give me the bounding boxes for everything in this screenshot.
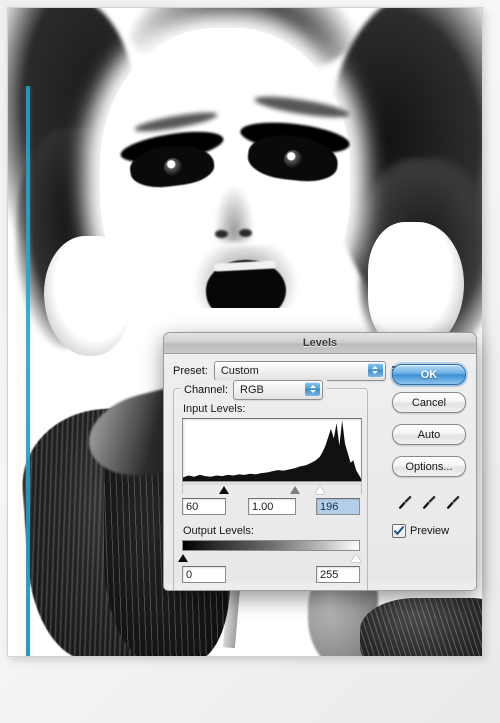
photoshop-document-window: Levels Preset: Custom Channel: RGB Input… bbox=[0, 0, 500, 723]
channel-label: Channel: bbox=[184, 384, 229, 396]
input-gamma-slider[interactable] bbox=[290, 486, 301, 494]
output-black-point-slider[interactable] bbox=[178, 554, 188, 562]
input-levels-label: Input Levels: bbox=[183, 403, 246, 415]
gray-point-eyedropper-icon[interactable] bbox=[422, 494, 437, 511]
levels-dialog[interactable]: Levels Preset: Custom Channel: RGB Input… bbox=[163, 332, 477, 591]
options-button[interactable]: Options... bbox=[392, 456, 466, 477]
auto-button[interactable]: Auto bbox=[392, 424, 466, 445]
channel-stepper-arrows-icon bbox=[305, 382, 321, 396]
channel-row: Channel: RGB bbox=[180, 380, 328, 400]
input-black-point-slider[interactable] bbox=[218, 486, 229, 494]
dialog-titlebar[interactable]: Levels bbox=[164, 333, 476, 354]
dialog-button-column: OK Cancel Auto Options... Preview bbox=[390, 364, 468, 538]
input-levels-fields: 60 1.00 196 bbox=[182, 498, 360, 517]
canvas-guide-line[interactable] bbox=[26, 86, 30, 656]
input-gamma-field[interactable]: 1.00 bbox=[248, 498, 296, 515]
hand-left bbox=[44, 236, 130, 356]
preset-label: Preset: bbox=[173, 365, 208, 377]
dialog-title: Levels bbox=[302, 337, 338, 349]
dialog-body: Preset: Custom Channel: RGB Input Levels… bbox=[164, 354, 476, 590]
channel-group: Channel: RGB Input Levels: 60 1.00 196 O… bbox=[173, 380, 368, 590]
preview-label: Preview bbox=[410, 525, 450, 537]
preset-value: Custom bbox=[220, 365, 259, 377]
histogram-plot bbox=[183, 420, 361, 481]
output-white-point-field[interactable]: 255 bbox=[316, 566, 360, 583]
histogram[interactable] bbox=[182, 418, 362, 482]
input-white-point-field[interactable]: 196 bbox=[316, 498, 360, 515]
input-levels-slider[interactable] bbox=[182, 483, 362, 494]
cancel-button[interactable]: Cancel bbox=[392, 392, 466, 413]
output-levels-gradient bbox=[182, 540, 360, 551]
preview-row[interactable]: Preview bbox=[392, 524, 449, 538]
preset-stepper-arrows-icon bbox=[367, 363, 383, 377]
output-levels-fields: 0 255 bbox=[182, 566, 360, 585]
eyedropper-group bbox=[398, 494, 461, 511]
nostril-left bbox=[215, 230, 228, 238]
iris-left bbox=[164, 158, 182, 176]
channel-dropdown[interactable]: RGB bbox=[233, 380, 324, 400]
preview-checkbox[interactable] bbox=[392, 524, 406, 538]
input-black-point-field[interactable]: 60 bbox=[182, 498, 226, 515]
preset-dropdown[interactable]: Custom bbox=[213, 361, 386, 381]
checkmark-icon bbox=[394, 526, 404, 536]
iris-right bbox=[284, 150, 302, 168]
black-point-eyedropper-icon[interactable] bbox=[398, 494, 413, 511]
nostril-right bbox=[239, 229, 252, 237]
output-levels-slider[interactable] bbox=[178, 551, 361, 562]
white-point-eyedropper-icon[interactable] bbox=[446, 494, 461, 511]
ok-button[interactable]: OK bbox=[392, 364, 466, 385]
output-levels-label: Output Levels: bbox=[183, 525, 254, 537]
output-black-point-field[interactable]: 0 bbox=[182, 566, 226, 583]
channel-value: RGB bbox=[240, 384, 264, 396]
knit-shoulder-right bbox=[360, 598, 482, 656]
input-white-point-slider[interactable] bbox=[315, 486, 326, 494]
output-white-point-slider[interactable] bbox=[351, 554, 361, 562]
